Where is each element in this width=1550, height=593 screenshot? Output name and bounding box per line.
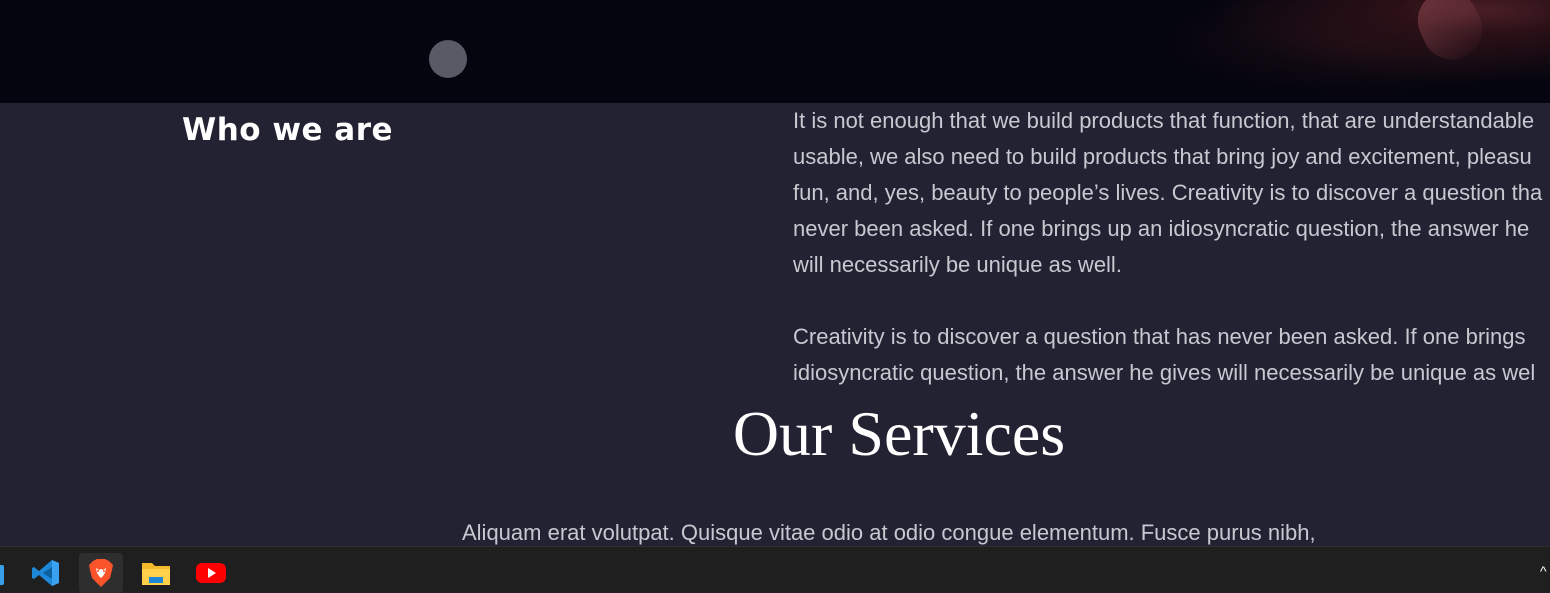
about-paragraph-1: It is not enough that we build products … <box>793 103 1550 283</box>
hero-banner <box>0 0 1550 103</box>
about-line: idiosyncratic question, the answer he gi… <box>793 360 1536 385</box>
file-explorer-icon[interactable] <box>134 553 178 593</box>
hero-image <box>1130 0 1550 103</box>
about-paragraph-2: Creativity is to discover a question tha… <box>793 319 1550 391</box>
about-heading: Who we are <box>182 112 394 148</box>
about-line: Creativity is to discover a question tha… <box>793 324 1526 349</box>
tray-chevron-icon[interactable]: ^ <box>1540 563 1550 583</box>
taskbar: ^ <box>0 546 1550 593</box>
vscode-icon[interactable] <box>24 553 68 593</box>
about-line: fun, and, yes, beauty to people’s lives.… <box>793 180 1543 205</box>
about-line: usable, we also need to build products t… <box>793 144 1532 169</box>
about-text: It is not enough that we build products … <box>793 103 1550 391</box>
about-line: will necessarily be unique as well. <box>793 252 1122 277</box>
carousel-dot[interactable] <box>429 40 467 78</box>
services-text: Aliquam erat volutpat. Quisque vitae odi… <box>462 520 1316 545</box>
about-line: never been asked. If one brings up an id… <box>793 216 1530 241</box>
windows-start-icon[interactable] <box>0 565 4 585</box>
about-line: It is not enough that we build products … <box>793 108 1535 133</box>
brave-icon[interactable] <box>79 553 123 593</box>
youtube-icon[interactable] <box>189 553 233 593</box>
services-title: Our Services <box>732 398 1066 469</box>
